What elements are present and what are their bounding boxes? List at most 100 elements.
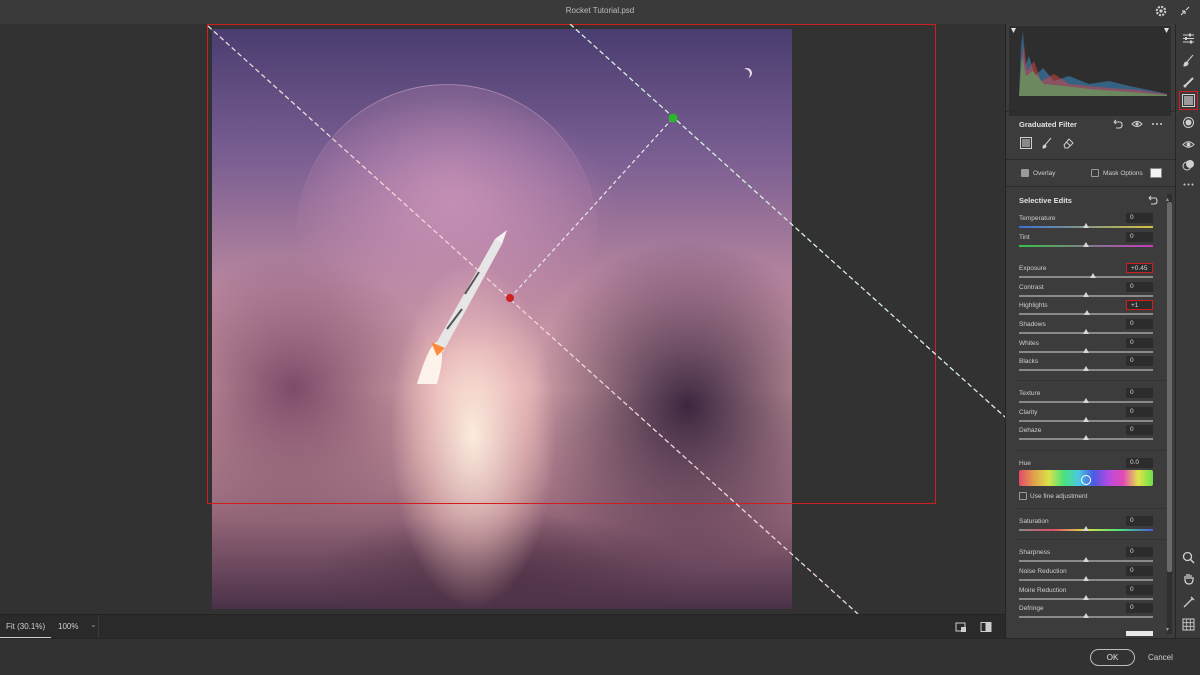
before-after-toggle-icon[interactable] [955,621,967,633]
panel-scrollbar-thumb[interactable] [1167,202,1172,572]
presets-icon[interactable] [1182,159,1195,172]
moire-reduction-value[interactable]: 0 [1126,585,1153,595]
slider-label-clarity: Clarity [1019,409,1038,416]
noise-reduction-label: Noise Reduction [1019,568,1067,575]
chevron-down-icon[interactable]: ⌄ [90,620,97,629]
temperature-slider-thumb[interactable] [1083,223,1089,228]
filter-start-pin[interactable] [506,294,514,302]
collapse-icon[interactable] [1178,4,1192,18]
mask-options-checkbox[interactable] [1091,169,1099,177]
clarity-value[interactable]: 0 [1126,407,1153,417]
ok-button[interactable]: OK [1090,649,1135,666]
contrast-slider-thumb[interactable] [1083,292,1089,297]
fine-adjustment-label: Use fine adjustment [1030,493,1088,500]
scroll-up-icon[interactable]: ▴ [1166,196,1169,203]
reset-icon[interactable] [1146,194,1158,206]
exposure-slider[interactable] [1019,276,1153,278]
sharpness-value[interactable]: 0 [1126,547,1153,557]
eraser-icon[interactable] [1062,137,1074,149]
temperature-value[interactable]: 0 [1126,213,1153,223]
defringe-slider-thumb[interactable] [1083,613,1089,618]
divider [1006,186,1176,187]
tint-slider-thumb[interactable] [1083,242,1089,247]
divider [1016,450,1166,451]
visibility-eye-icon[interactable] [1131,118,1143,130]
noise-reduction-value[interactable]: 0 [1126,566,1153,576]
cancel-button[interactable]: Cancel [1148,653,1173,662]
whites-slider-thumb[interactable] [1083,348,1089,353]
window-title: Rocket Tutorial.psd [565,6,635,15]
slider-label-contrast: Contrast [1019,284,1044,291]
overlay-label: Overlay [1033,170,1056,177]
defringe-label: Defringe [1019,605,1044,612]
filter-end-pin[interactable] [668,113,678,123]
image-canvas[interactable] [0,24,1005,614]
slider-label-blacks: Blacks [1019,358,1039,365]
blacks-slider-thumb[interactable] [1083,366,1089,371]
scroll-down-icon[interactable]: ▾ [1166,626,1169,633]
mask-color-swatch[interactable] [1150,168,1162,178]
texture-value[interactable]: 0 [1126,388,1153,398]
graduated-filter-guides[interactable] [0,24,1005,614]
graduated-filter-tool[interactable] [1179,91,1198,110]
highlights-slider-thumb[interactable] [1084,310,1090,315]
adjustments-panel: Graduated Filter Overlay Mask Options Se… [1005,24,1176,638]
spot-removal-icon[interactable] [1182,76,1195,89]
zoom-100-button[interactable]: 100% [58,622,78,631]
dehaze-value[interactable]: 0 [1126,425,1153,435]
slider-label-whites: Whites [1019,340,1039,347]
more-icon[interactable] [1182,178,1195,191]
clarity-slider-thumb[interactable] [1083,417,1089,422]
moire-reduction-slider-thumb[interactable] [1083,595,1089,600]
hue-value[interactable]: 0.0 [1126,458,1153,468]
gear-icon[interactable] [1154,4,1168,18]
sliders-icon[interactable] [1182,32,1195,45]
color-swatch[interactable] [1126,631,1153,636]
graduated-filter-icon [1181,93,1195,107]
hand-icon[interactable] [1182,572,1195,585]
more-options-icon[interactable] [1151,118,1163,130]
blacks-value[interactable]: 0 [1126,356,1153,366]
slider-label-texture: Texture [1019,390,1041,397]
shadows-slider-thumb[interactable] [1083,329,1089,334]
dehaze-slider-thumb[interactable] [1083,435,1089,440]
fine-adjustment-checkbox[interactable] [1019,492,1027,500]
shadows-value[interactable]: 0 [1126,319,1153,329]
divider [1016,539,1166,540]
slider-label-temperature: Temperature [1019,215,1056,222]
saturation-slider-thumb[interactable] [1083,526,1089,531]
overlay-checkbox[interactable] [1021,169,1029,177]
slider-label-exposure: Exposure [1019,265,1047,272]
zoom-icon[interactable] [1182,551,1195,564]
zoom-fit-button[interactable]: Fit (30.1%) [0,615,52,639]
radial-filter-icon[interactable] [1182,116,1195,129]
brush-icon[interactable] [1041,137,1053,149]
highlights-value[interactable]: +1 [1126,300,1153,310]
grid-icon[interactable] [1182,618,1195,631]
sharpness-label: Sharpness [1019,549,1051,556]
brush-icon[interactable] [1182,54,1195,67]
noise-reduction-slider-thumb[interactable] [1083,576,1089,581]
reset-icon[interactable] [1111,118,1123,130]
red-eye-icon[interactable] [1182,138,1195,151]
new-mask-icon[interactable] [1020,137,1032,149]
divider [1016,380,1166,381]
slider-label-shadows: Shadows [1019,321,1046,328]
exposure-value[interactable]: +0.45 [1126,263,1153,273]
mask-options-label: Mask Options [1103,170,1143,177]
compare-view-icon[interactable] [980,621,992,633]
whites-value[interactable]: 0 [1126,338,1153,348]
texture-slider-thumb[interactable] [1083,398,1089,403]
title-bar: Rocket Tutorial.psd [0,0,1200,24]
tint-value[interactable]: 0 [1126,232,1153,242]
exposure-slider-thumb[interactable] [1090,273,1096,278]
dialog-footer: OK Cancel [0,638,1200,675]
contrast-value[interactable]: 0 [1126,282,1153,292]
saturation-value[interactable]: 0 [1126,516,1153,526]
sharpness-slider-thumb[interactable] [1083,557,1089,562]
divider [1006,159,1176,160]
slider-label-highlights: Highlights [1019,302,1048,309]
defringe-value[interactable]: 0 [1126,603,1153,613]
hue-slider-thumb[interactable] [1081,475,1091,485]
color-sampler-icon[interactable] [1182,596,1195,609]
